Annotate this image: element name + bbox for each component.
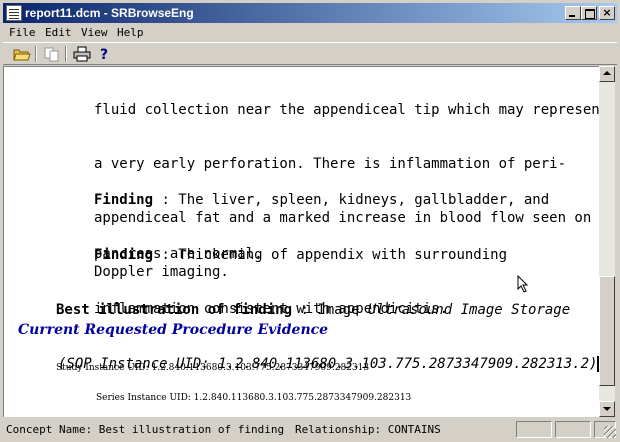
- study-instance-uid: Study Instance UID: 1.2.840.113680.3.103…: [56, 363, 370, 373]
- menu-file[interactable]: File: [9, 26, 36, 39]
- minimize-button[interactable]: [565, 6, 581, 20]
- best-illustration-label: Best illustration of finding: [56, 302, 293, 318]
- finding-label: Finding: [94, 192, 154, 208]
- scroll-down-button[interactable]: [599, 401, 615, 417]
- vertical-scrollbar[interactable]: [599, 66, 615, 417]
- toolbar-separator: [65, 46, 67, 62]
- app-window: report11.dcm - SRBrowseEng × File Edit V…: [0, 0, 620, 442]
- window-title: report11.dcm - SRBrowseEng: [25, 6, 194, 20]
- best-illustration-sep: : Image: [292, 302, 368, 318]
- maximize-button[interactable]: [581, 6, 597, 20]
- document-app-icon[interactable]: [6, 5, 22, 21]
- scroll-up-button[interactable]: [599, 66, 615, 82]
- finding-text: : Thickening of appendix with surroundin…: [153, 247, 508, 263]
- toolbar: ?: [3, 42, 617, 65]
- menu-help[interactable]: Help: [117, 26, 144, 39]
- resize-grip-icon[interactable]: [604, 426, 616, 438]
- menu-bar: File Edit View Help: [3, 24, 617, 41]
- mouse-pointer-icon: [517, 275, 529, 293]
- close-button[interactable]: ×: [599, 6, 615, 20]
- finding-label: Finding: [94, 247, 154, 263]
- menu-edit[interactable]: Edit: [45, 26, 72, 39]
- finding-text: : The liver, spleen, kidneys, gallbladde…: [153, 192, 550, 208]
- image-type-link[interactable]: Ultrasound Image Storage: [368, 302, 570, 318]
- series-instance-uid: Series Instance UID: 1.2.840.113680.3.10…: [96, 393, 412, 403]
- status-concept-name: Concept Name: Best illustration of findi…: [6, 423, 285, 436]
- paragraph-line: fluid collection near the appendiceal ti…: [94, 102, 599, 118]
- print-icon[interactable]: [73, 46, 91, 62]
- svg-text:?: ?: [100, 47, 108, 62]
- open-folder-icon[interactable]: [13, 46, 31, 62]
- status-bar: Concept Name: Best illustration of findi…: [3, 420, 617, 439]
- copy-icon[interactable]: [43, 46, 61, 62]
- title-bar[interactable]: report11.dcm - SRBrowseEng ×: [3, 3, 617, 23]
- menu-view[interactable]: View: [81, 26, 108, 39]
- status-pane: [516, 421, 552, 438]
- help-icon[interactable]: ?: [95, 46, 113, 62]
- section-title: Current Requested Procedure Evidence: [18, 322, 329, 338]
- status-relationship: Relationship: CONTAINS: [295, 423, 441, 436]
- scroll-thumb[interactable]: [599, 276, 615, 386]
- report-view[interactable]: fluid collection near the appendiceal ti…: [3, 66, 599, 417]
- toolbar-separator: [35, 46, 37, 62]
- status-pane: [555, 421, 591, 438]
